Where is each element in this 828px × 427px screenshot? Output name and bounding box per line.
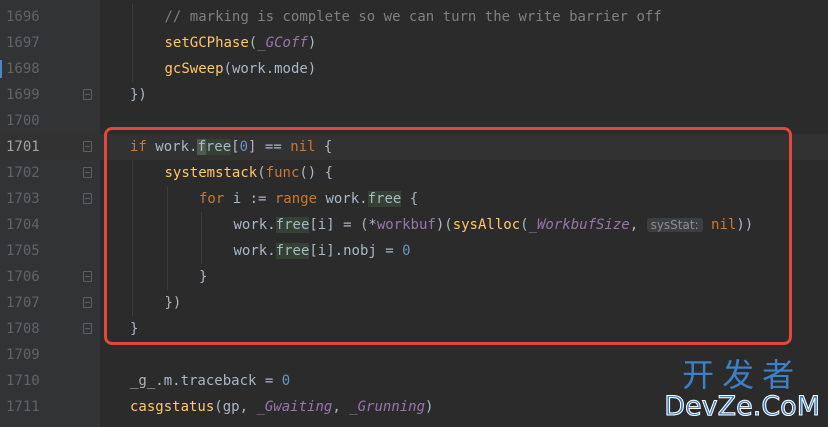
- line-number: 1702: [6, 165, 40, 181]
- code-token: _GCoff: [257, 35, 308, 51]
- indent-guide: [132, 4, 133, 30]
- code-token: }): [130, 87, 147, 103]
- code-text: _g_.m.traceback = 0: [130, 368, 290, 394]
- line-number: 1711: [6, 399, 40, 415]
- code-text: casgstatus(gp, _Gwaiting, _Grunning): [130, 394, 433, 420]
- line-number: 1710: [6, 373, 40, 389]
- line-number: 1703: [6, 191, 40, 207]
- code-token: gcSweep: [164, 61, 224, 77]
- line-number: 1699: [6, 87, 40, 103]
- code-token: setGCPhase: [164, 35, 249, 51]
- code-text: setGCPhase(_GCoff): [165, 30, 317, 56]
- line-number: 1706: [6, 269, 40, 285]
- fold-icon[interactable]: [83, 323, 92, 334]
- line-number: 1708: [6, 321, 40, 337]
- code-token: (work.mode): [223, 61, 317, 77]
- line-number: 1705: [6, 243, 40, 259]
- fold-icon[interactable]: [83, 89, 92, 100]
- code-token: ): [425, 399, 434, 415]
- code-token: casgstatus: [130, 399, 215, 415]
- code-line[interactable]: 1699}): [0, 82, 828, 108]
- code-token: (: [248, 35, 258, 51]
- code-text: // marking is complete so we can turn th…: [165, 4, 662, 30]
- code-text: }): [130, 82, 147, 108]
- line-number: 1709: [6, 347, 40, 363]
- code-text: gcSweep(work.mode): [165, 56, 317, 82]
- line-number: 1700: [6, 113, 40, 129]
- watermark-latin: DevZe.CoM: [664, 391, 821, 422]
- fold-icon[interactable]: [83, 271, 92, 282]
- watermark-logo: 开发者 DevZe.CoM: [664, 356, 821, 422]
- line-number: 1697: [6, 35, 40, 51]
- code-token: _g_.m.traceback =: [130, 373, 282, 389]
- line-number: 1696: [6, 9, 40, 25]
- code-token: _Gwaiting: [256, 399, 333, 415]
- code-token: 0: [281, 373, 291, 389]
- fold-icon[interactable]: [83, 167, 92, 178]
- watermark-chinese: 开发者: [682, 356, 803, 394]
- indent-guide: [132, 56, 133, 82]
- line-number: 1704: [6, 217, 40, 233]
- code-token: ,: [332, 399, 350, 415]
- code-line[interactable]: 1698 gcSweep(work.mode): [0, 56, 828, 82]
- line-number: 1707: [6, 295, 40, 311]
- code-token: (gp,: [214, 399, 257, 415]
- highlight-box: [104, 127, 792, 345]
- line-number: 1698: [6, 61, 40, 77]
- code-line[interactable]: 1697 setGCPhase(_GCoff): [0, 30, 828, 56]
- code-line[interactable]: 1696 // marking is complete so we can tur…: [0, 4, 828, 30]
- fold-icon[interactable]: [83, 193, 92, 204]
- line-number: 1701: [6, 139, 40, 155]
- indent-guide: [132, 30, 133, 56]
- code-token: _Grunning: [349, 399, 426, 415]
- code-token: // marking is complete so we can turn th…: [164, 9, 662, 25]
- code-token: ): [307, 35, 317, 51]
- fold-icon[interactable]: [83, 297, 92, 308]
- fold-icon[interactable]: [83, 141, 92, 152]
